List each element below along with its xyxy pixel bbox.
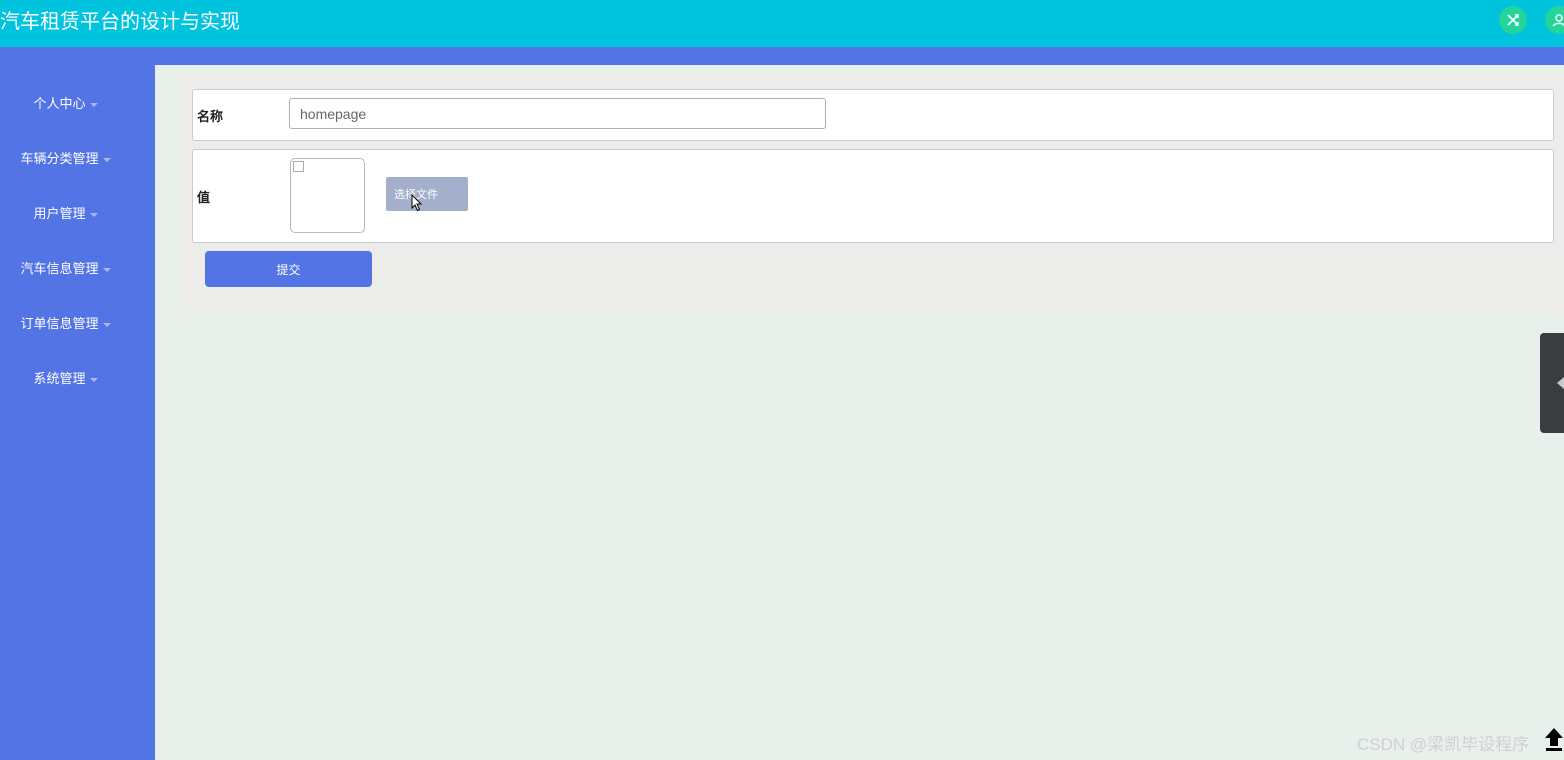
sidebar: 个人中心 车辆分类管理 用户管理 汽车信息管理 订单信息管理 系统管理 [0,65,155,760]
sidebar-item-label: 订单信息管理 [20,317,99,332]
value-label: 值 [197,191,211,206]
name-form-row: 名称 [192,89,1554,141]
choose-file-button[interactable]: 选择文件 [386,177,468,211]
scroll-top-icon[interactable] [1544,726,1564,752]
name-input[interactable] [289,98,826,129]
watermark: CSDN @梁凯毕设程序 [1357,735,1530,754]
sidebar-item-vehicle-category[interactable]: 车辆分类管理 [0,151,131,169]
mouse-cursor-icon [411,194,423,212]
sidebar-item-system[interactable]: 系统管理 [0,371,131,389]
caret-down-icon [102,267,111,272]
side-panel-handle[interactable] [1540,333,1564,433]
sidebar-item-label: 系统管理 [33,372,86,387]
broken-image-icon [293,161,304,172]
sidebar-item-label: 用户管理 [33,207,86,222]
sidebar-item-orders[interactable]: 订单信息管理 [0,316,131,334]
shuffle-icon [1507,14,1519,26]
caret-down-icon [89,102,98,107]
image-preview [290,158,365,233]
caret-down-icon [89,212,98,217]
value-form-row: 值 选择文件 [192,149,1554,243]
submit-button[interactable]: 提交 [205,251,372,287]
caret-down-icon [89,377,98,382]
name-label: 名称 [197,110,224,125]
user-button[interactable] [1545,6,1564,34]
shuffle-button[interactable] [1499,6,1527,34]
user-icon [1552,14,1564,27]
caret-down-icon [102,157,111,162]
app-title: 汽车租赁平台的设计与实现 [0,9,240,33]
sidebar-item-users[interactable]: 用户管理 [0,206,131,224]
sidebar-item-label: 车辆分类管理 [20,152,99,167]
chevron-left-icon [1557,377,1564,389]
sidebar-item-label: 汽车信息管理 [20,262,99,277]
top-header: 汽车租赁平台的设计与实现 [0,0,1564,47]
sidebar-item-car-info[interactable]: 汽车信息管理 [0,261,131,279]
sidebar-item-label: 个人中心 [33,97,86,112]
caret-down-icon [102,322,111,327]
sidebar-item-personal-center[interactable]: 个人中心 [0,96,131,114]
header-strip [0,47,1564,65]
